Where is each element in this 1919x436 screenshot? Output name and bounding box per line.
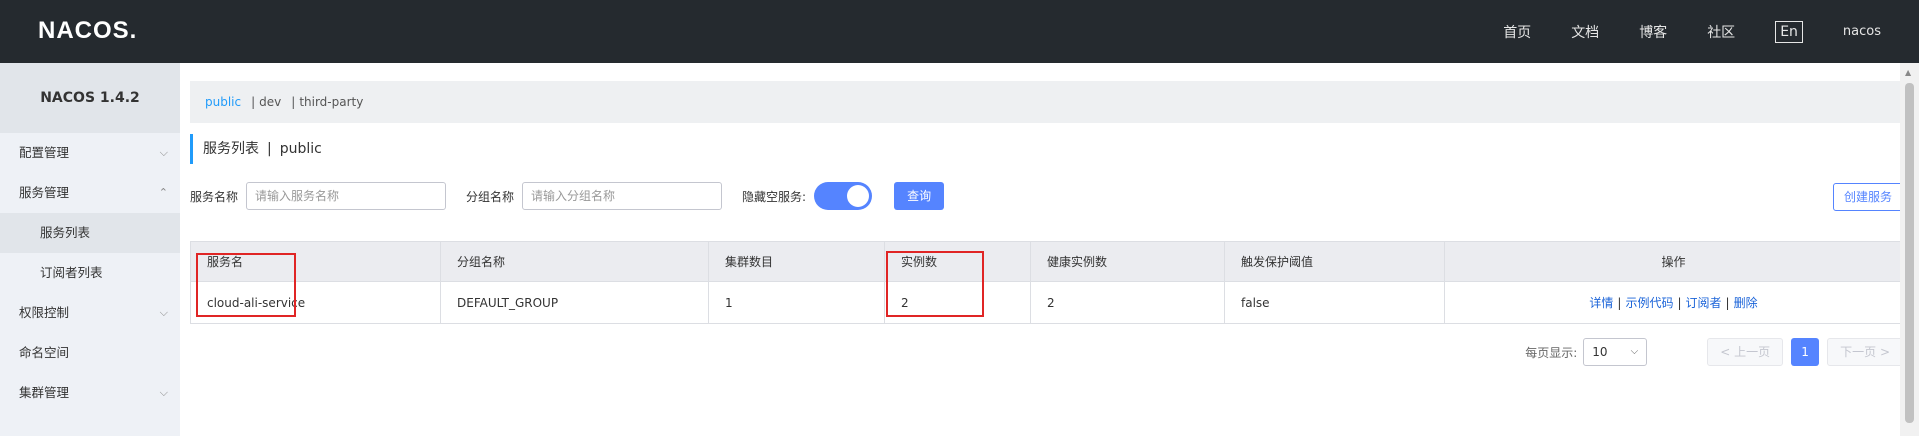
filter-bar: 服务名称 请输入服务名称 分组名称 请输入分组名称 隐藏空服务: 查询: [190, 182, 945, 210]
sidebar-item-access-control[interactable]: 权限控制 ⌵: [0, 293, 180, 333]
cell-healthy: 2: [1030, 281, 1225, 324]
page-number-current[interactable]: 1: [1791, 338, 1820, 366]
chevron-up-icon: ⌃: [158, 186, 168, 199]
page-size-label: 每页显示:: [1525, 345, 1578, 360]
toggle-knob: [847, 185, 870, 207]
subscribers-link[interactable]: 订阅者: [1686, 296, 1722, 310]
chevron-down-icon: ⌵: [1630, 346, 1639, 357]
pagination: 每页显示: 10 ⌵ < 上一页 1 下一页 >: [1525, 338, 1903, 366]
prev-page-button[interactable]: < 上一页: [1707, 338, 1784, 366]
delete-link[interactable]: 删除: [1734, 296, 1758, 310]
user-menu[interactable]: nacos: [1843, 24, 1881, 39]
highlight-box-service-name: [196, 253, 296, 317]
column-header: 分组名称: [440, 241, 709, 282]
cell-operations: 详情 | 示例代码 | 订阅者 | 删除: [1444, 281, 1903, 324]
page-title: 服务列表 | public: [190, 134, 322, 164]
hide-empty-label: 隐藏空服务:: [742, 189, 807, 204]
chevron-down-icon: ⌵: [159, 386, 168, 399]
nav-docs[interactable]: 文档: [1571, 22, 1599, 42]
ops-divider: |: [1725, 296, 1730, 310]
page-title-text: 服务列表: [203, 141, 259, 157]
sidebar-item-label: 服务管理: [19, 185, 70, 200]
namespace-bar: public | dev | third-party: [190, 81, 1903, 123]
column-header: 操作: [1444, 241, 1903, 282]
cell-group: DEFAULT_GROUP: [440, 281, 709, 324]
highlight-box-instances: [886, 251, 984, 317]
group-name-input[interactable]: 请输入分组名称: [522, 182, 723, 210]
main-content: public | dev | third-party 服务列表 | public 服…: [180, 63, 1903, 436]
namespace-divider: |: [291, 95, 296, 109]
table-header-row: 服务名 分组名称 集群数目 实例数 健康实例数 触发保护阈值 操作: [190, 241, 1903, 282]
cell-clusters: 1: [708, 281, 885, 324]
language-switch-button[interactable]: En: [1775, 20, 1803, 43]
sidebar-item-config[interactable]: 配置管理 ⌵: [0, 133, 180, 173]
nacos-logo[interactable]: NACOS.: [38, 17, 137, 45]
sidebar: NACOS 1.4.2 配置管理 ⌵ 服务管理 ⌃ 服务列表 订阅者列表 权限控…: [0, 63, 180, 436]
sidebar-item-label: 命名空间: [19, 345, 70, 360]
sidebar-item-cluster[interactable]: 集群管理 ⌵: [0, 373, 180, 413]
service-name-label: 服务名称: [190, 189, 239, 204]
group-name-label: 分组名称: [466, 189, 515, 204]
top-nav: 首页 文档 博客 社区 En nacos: [1503, 0, 1919, 63]
namespace-third-party[interactable]: third-party: [299, 95, 363, 109]
column-header: 健康实例数: [1030, 241, 1225, 282]
cell-threshold: false: [1224, 281, 1445, 324]
sidebar-item-label: 权限控制: [19, 305, 70, 320]
sample-code-link[interactable]: 示例代码: [1625, 296, 1673, 310]
detail-link[interactable]: 详情: [1589, 296, 1613, 310]
namespace-dev[interactable]: dev: [259, 95, 281, 109]
page-title-namespace: public: [279, 141, 322, 157]
sidebar-item-label: 订阅者列表: [40, 265, 103, 280]
ops-divider: |: [1617, 296, 1622, 310]
sidebar-item-service-list[interactable]: 服务列表: [0, 213, 180, 253]
nav-home[interactable]: 首页: [1503, 22, 1531, 42]
sidebar-item-label: 集群管理: [19, 385, 70, 400]
column-header: 触发保护阈值: [1224, 241, 1445, 282]
namespace-divider: |: [251, 95, 256, 109]
create-service-button[interactable]: 创建服务: [1832, 183, 1903, 211]
ops-divider: |: [1677, 296, 1682, 310]
chevron-down-icon: ⌵: [159, 146, 168, 159]
hide-empty-toggle[interactable]: [814, 182, 873, 210]
scroll-up-arrow-icon[interactable]: ▲: [1905, 68, 1911, 77]
top-navbar: NACOS. 首页 文档 博客 社区 En nacos: [0, 0, 1919, 63]
table-row: cloud-ali-service DEFAULT_GROUP 1 2 2 fa…: [190, 281, 1903, 324]
sidebar-item-label: 服务列表: [40, 225, 91, 240]
title-divider: |: [267, 141, 272, 157]
nav-blog[interactable]: 博客: [1639, 22, 1667, 42]
column-header: 集群数目: [708, 241, 885, 282]
query-button[interactable]: 查询: [894, 182, 945, 210]
page-size-select[interactable]: 10 ⌵: [1583, 338, 1648, 366]
next-page-button[interactable]: 下一页 >: [1827, 338, 1903, 366]
service-table: 服务名 分组名称 集群数目 实例数 健康实例数 触发保护阈值 操作 cloud-…: [190, 241, 1903, 324]
sidebar-item-subscribers[interactable]: 订阅者列表: [0, 253, 180, 293]
sidebar-item-label: 配置管理: [19, 145, 70, 160]
sidebar-title: NACOS 1.4.2: [0, 63, 180, 133]
chevron-down-icon: ⌵: [159, 306, 168, 319]
page-size-value: 10: [1592, 345, 1608, 359]
service-name-input[interactable]: 请输入服务名称: [246, 182, 447, 210]
nav-community[interactable]: 社区: [1707, 22, 1735, 42]
vertical-scrollbar[interactable]: ▲: [1900, 63, 1919, 436]
namespace-public[interactable]: public: [205, 95, 241, 109]
sidebar-item-namespace[interactable]: 命名空间: [0, 333, 180, 373]
sidebar-item-service-management[interactable]: 服务管理 ⌃: [0, 173, 180, 213]
scrollbar-thumb[interactable]: [1905, 83, 1914, 423]
